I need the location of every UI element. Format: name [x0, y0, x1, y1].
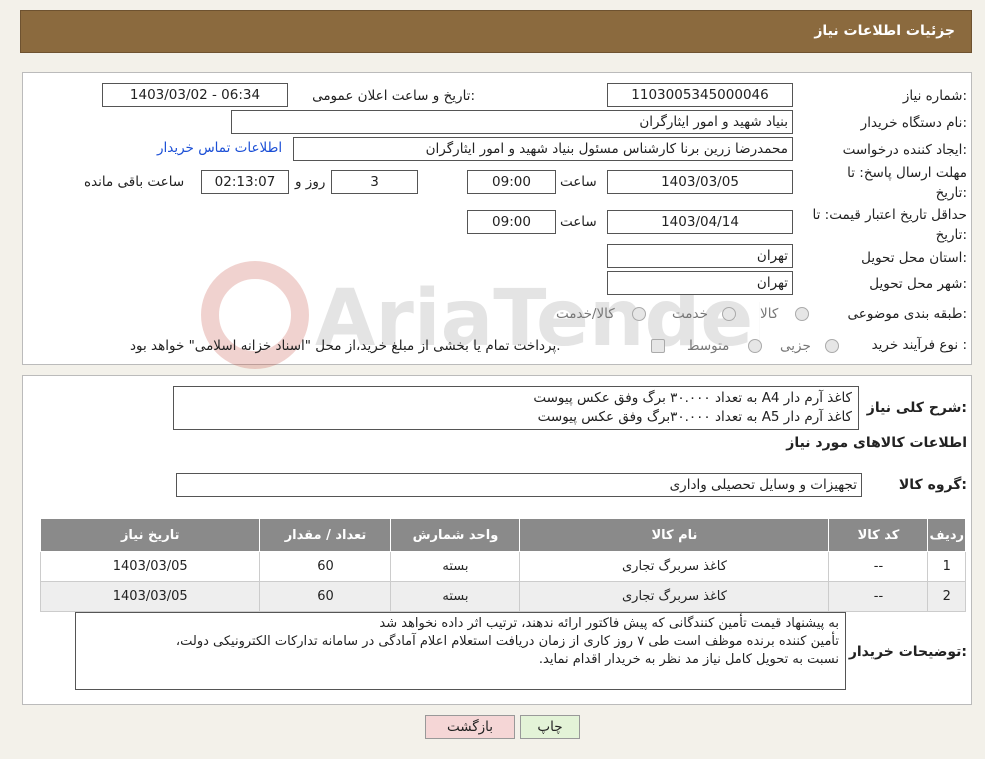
reply-time-label: ساعت	[560, 174, 597, 190]
category-radio-service[interactable]	[722, 307, 736, 321]
category-radio-goods[interactable]	[795, 307, 809, 321]
cell-row: 2	[927, 581, 966, 612]
validity-time-field: 09:00	[467, 210, 556, 234]
cell-row: 1	[927, 551, 966, 582]
goods-group-field: تجهیزات و وسایل تحصیلی واداری	[176, 473, 862, 497]
remaining-label: ساعت باقی مانده	[84, 174, 185, 190]
requester-label: ایجاد کننده درخواست:	[842, 142, 967, 158]
province-field: تهران	[607, 244, 793, 268]
general-desc-label: شرح کلی نیاز:	[866, 400, 967, 416]
reply-date-field: 1403/03/05	[607, 170, 793, 194]
goods-group-label: گروه کالا:	[898, 477, 967, 493]
days-field: 3	[331, 170, 418, 194]
category-label: طبقه بندی موضوعی:	[847, 306, 967, 322]
category-option-goods-service: کالا/خدمت	[556, 306, 615, 322]
col-row: ردیف	[927, 518, 966, 552]
cell-name: کاغذ سربرگ تجاری	[519, 551, 830, 582]
col-date: تاریخ نیاز	[39, 518, 261, 552]
cell-name: کاغذ سربرگ تجاری	[519, 581, 830, 612]
cell-unit: بسته	[390, 551, 521, 582]
general-desc-line-2: کاغذ آرم دار A5 به تعداد ۳۰.۰۰۰برگ وفق ع…	[537, 409, 852, 425]
page-header: جزئیات اطلاعات نیاز	[20, 10, 972, 53]
table-row: 2 -- کاغذ سربرگ تجاری بسته 60 1403/03/05	[39, 581, 966, 612]
purchase-option-medium: متوسط	[687, 338, 730, 354]
col-qty: تعداد / مقدار	[259, 518, 392, 552]
goods-info-heading: اطلاعات کالاهای مورد نیاز	[786, 435, 967, 451]
buyer-notes-line-3: نسبت به تحویل کامل نیاز مد نظر به خریدار…	[538, 652, 839, 667]
cell-qty: 60	[259, 551, 392, 582]
announce-datetime-label: تاریخ و ساعت اعلان عمومی:	[312, 88, 475, 104]
back-button[interactable]: بازگشت	[425, 715, 515, 739]
remaining-time-field: 02:13:07	[201, 170, 289, 194]
buyer-org-field: بنیاد شهید و امور ایثارگران	[231, 110, 793, 134]
table-header-row: ردیف کد کالا نام کالا واحد شمارش تعداد /…	[39, 518, 966, 552]
cell-date: 1403/03/05	[39, 551, 261, 582]
table-row: 1 -- کاغذ سربرگ تجاری بسته 60 1403/03/05	[39, 551, 966, 582]
buyer-notes-box: به پیشنهاد قیمت تأمین کنندگانی که پیش فا…	[75, 612, 846, 690]
need-number-field: 1103005345000046	[607, 83, 793, 107]
province-label: استان محل تحویل:	[861, 250, 967, 266]
reply-time-field: 09:00	[467, 170, 556, 194]
purchase-radio-minor[interactable]	[825, 339, 839, 353]
purchase-type-label: نوع فرآیند خرید :	[871, 337, 967, 353]
city-field: تهران	[607, 271, 793, 295]
buyer-notes-label: توضیحات خریدار:	[848, 644, 967, 660]
purchase-option-minor: جزیی	[780, 338, 811, 354]
validity-time-label: ساعت	[560, 214, 597, 230]
print-button[interactable]: چاپ	[520, 715, 580, 739]
cell-unit: بسته	[390, 581, 521, 612]
col-name: نام کالا	[519, 518, 830, 552]
col-unit: واحد شمارش	[390, 518, 521, 552]
items-table: ردیف کد کالا نام کالا واحد شمارش تعداد /…	[39, 518, 966, 612]
cell-code: --	[828, 581, 929, 612]
general-desc-line-1: کاغذ آرم دار A4 به تعداد ۳۰.۰۰۰ برگ وفق …	[533, 390, 852, 406]
page-title: جزئیات اطلاعات نیاز	[814, 23, 955, 39]
buyer-org-label: نام دستگاه خریدار:	[860, 115, 967, 131]
treasury-checkbox[interactable]	[651, 339, 665, 353]
buyer-contact-link[interactable]: اطلاعات تماس خریدار	[157, 140, 282, 156]
purchase-radio-medium[interactable]	[748, 339, 762, 353]
col-code: کد کالا	[828, 518, 929, 552]
buyer-notes-line-1: به پیشنهاد قیمت تأمین کنندگانی که پیش فا…	[379, 616, 839, 631]
city-label: شهر محل تحویل:	[869, 276, 967, 292]
category-option-service: خدمت	[672, 306, 708, 322]
cell-date: 1403/03/05	[39, 581, 261, 612]
validity-date-field: 1403/04/14	[607, 210, 793, 234]
days-and-label: روز و	[295, 174, 326, 190]
general-desc-box: کاغذ آرم دار A4 به تعداد ۳۰.۰۰۰ برگ وفق …	[173, 386, 859, 430]
cell-code: --	[828, 551, 929, 582]
announce-datetime-field: 1403/03/02 - 06:34	[102, 83, 288, 107]
purchase-note: پرداخت تمام یا بخشی از مبلغ خرید،از محل …	[130, 338, 561, 354]
buyer-notes-line-2: تأمین کننده برنده موظف است طی ۷ روز کاری…	[175, 634, 839, 649]
price-validity-label: حداقل تاریخ اعتبار قیمت: تا تاریخ:	[812, 207, 967, 243]
category-option-goods: کالا	[760, 306, 779, 322]
requester-field: محمدرضا زرین برنا کارشناس مسئول بنیاد شه…	[293, 137, 793, 161]
cell-qty: 60	[259, 581, 392, 612]
need-number-label: شماره نیاز:	[902, 88, 967, 104]
reply-deadline-label: مهلت ارسال پاسخ: تا تاریخ:	[847, 165, 967, 201]
category-radio-goods-service[interactable]	[632, 307, 646, 321]
